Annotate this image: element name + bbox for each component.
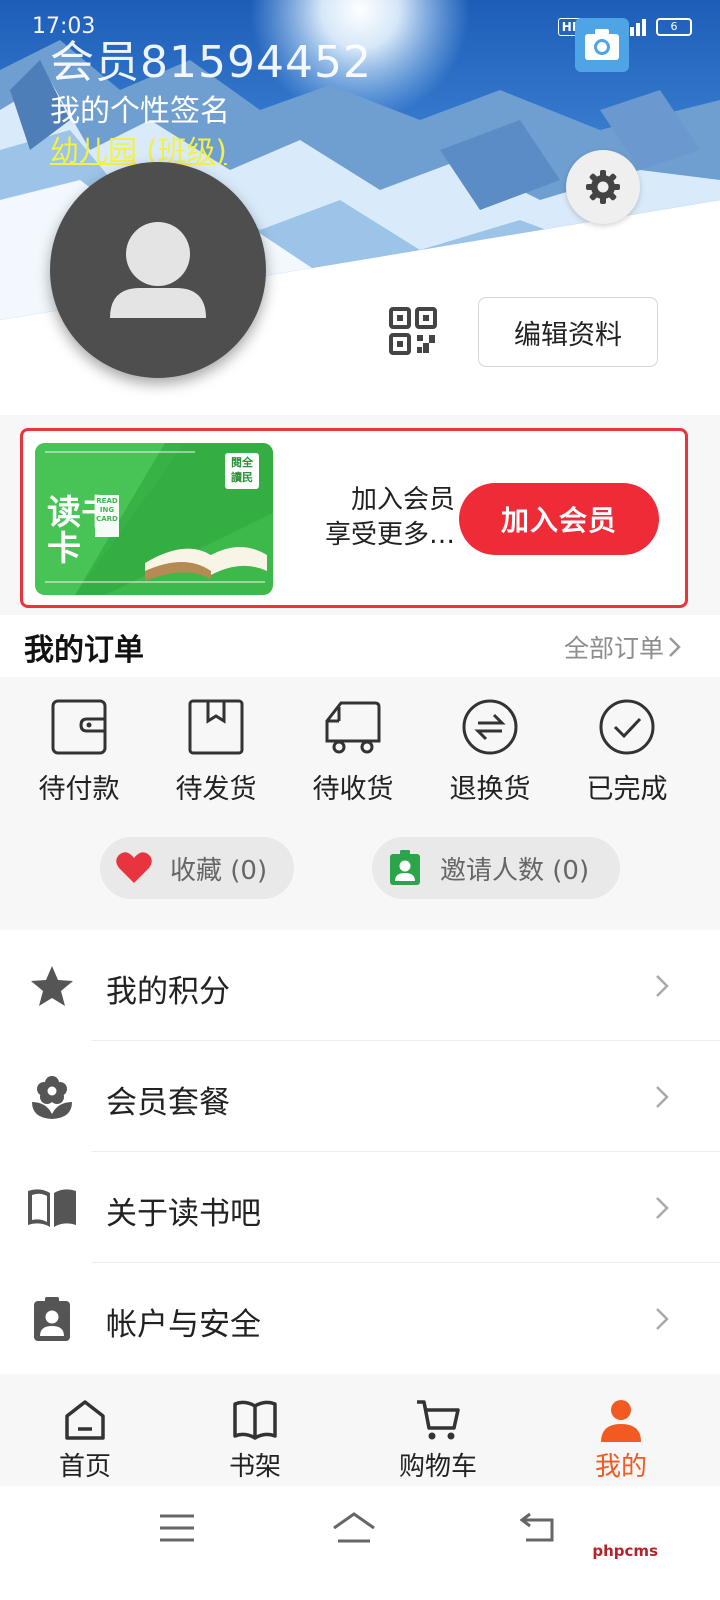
battery-icon: 6 — [656, 18, 692, 36]
promo-text-line1: 加入会员 — [350, 485, 455, 515]
watermark-text: phpcms — [592, 1542, 658, 1560]
back-icon[interactable] — [518, 1510, 558, 1544]
menu-label: 帐户与安全 — [106, 1307, 261, 1343]
membership-banner[interactable]: 读书 卡 READ ING CARD 閱全讀民 加入会员 享受更多… 加入会员 — [20, 428, 688, 608]
invites-button[interactable]: 邀请人数 (0) — [372, 837, 620, 899]
qr-code-icon[interactable] — [388, 306, 438, 356]
profile-header: 17:03 HD 5G 6 会员81594452 我的个性签名 幼儿园 (班级) — [0, 0, 720, 415]
orders-header: 我的订单 全部订单 — [0, 615, 720, 677]
camera-button[interactable] — [575, 18, 629, 72]
flower-icon — [32, 1076, 72, 1119]
home-icon — [65, 1400, 105, 1440]
home-nav-icon[interactable] — [330, 1510, 378, 1544]
menu-label: 关于读书吧 — [106, 1196, 261, 1232]
tab-label: 首页 — [58, 1452, 111, 1482]
tab-label: 书架 — [228, 1452, 281, 1482]
heart-icon — [116, 852, 152, 883]
settings-button[interactable] — [566, 150, 640, 224]
tab-bookshelf[interactable]: 书架 — [190, 1396, 320, 1483]
tab-label: 我的 — [594, 1452, 647, 1482]
all-orders-link[interactable]: 全部订单 — [564, 629, 664, 665]
tab-label: 购物车 — [398, 1452, 477, 1482]
truck-icon — [325, 701, 381, 754]
user-silhouette-icon — [110, 222, 206, 318]
reading-card-image: 读书 卡 READ ING CARD 閱全讀民 — [35, 443, 273, 595]
tab-cart[interactable]: 购物车 — [373, 1396, 503, 1483]
tab-me[interactable]: 我的 — [556, 1396, 686, 1483]
chevron-right-icon — [656, 975, 669, 997]
menu-item-account-security[interactable]: 帐户与安全 — [0, 1263, 720, 1373]
personal-signature[interactable]: 我的个性签名 — [50, 86, 230, 130]
order-label: 退换货 — [449, 774, 531, 805]
check-circle-icon — [599, 699, 655, 755]
card-title-bottom: 卡 — [47, 529, 81, 569]
promo-text: 加入会员 享受更多… — [285, 483, 455, 553]
card-badge: READ ING CARD — [96, 497, 118, 523]
join-membership-button[interactable]: 加入会员 — [459, 483, 659, 555]
system-navigation-bar: phpcms — [0, 1486, 720, 1600]
order-pending-receipt[interactable]: 待收货 — [283, 697, 423, 806]
star-icon — [31, 966, 73, 1006]
wallet-icon — [51, 699, 107, 755]
settings-menu: 我的积分 会员套餐 关于读书吧 帐户与安全 — [0, 930, 720, 1374]
order-status-row: 待付款 待发货 待收货 退换货 已完成 收藏 (0) 邀请人数 (0) — [0, 677, 720, 913]
order-returns[interactable]: 退换货 — [420, 697, 560, 806]
promo-text-line2: 享受更多… — [324, 520, 455, 550]
edit-profile-button[interactable]: 编辑资料 — [478, 297, 658, 367]
member-name: 会员81594452 — [50, 37, 372, 88]
package-icon — [188, 699, 244, 755]
user-icon — [601, 1400, 641, 1442]
id-badge-icon — [34, 1297, 70, 1341]
order-label: 待收货 — [312, 774, 394, 805]
tab-home[interactable]: 首页 — [20, 1396, 150, 1483]
order-pending-shipment[interactable]: 待发货 — [146, 697, 286, 806]
menu-label: 我的积分 — [106, 974, 230, 1010]
menu-label: 会员套餐 — [106, 1085, 230, 1121]
favorites-button[interactable]: 收藏 (0) — [100, 837, 294, 899]
chevron-right-icon — [656, 1197, 669, 1219]
bookshelf-icon — [233, 1400, 277, 1440]
camera-icon — [585, 29, 619, 60]
favorites-label: 收藏 (0) — [170, 855, 268, 886]
gear-icon — [586, 170, 620, 204]
order-label: 待发货 — [175, 774, 257, 805]
cart-icon — [417, 1400, 460, 1440]
menu-item-points[interactable]: 我的积分 — [0, 930, 720, 1040]
menu-icon[interactable] — [158, 1512, 196, 1544]
book-icon — [28, 1189, 76, 1227]
chevron-right-icon[interactable] — [662, 635, 686, 659]
order-label: 待付款 — [38, 774, 120, 805]
profile-screen: 17:03 HD 5G 6 会员81594452 我的个性签名 幼儿园 (班级) — [0, 0, 720, 1600]
exchange-icon — [462, 699, 518, 755]
order-label: 已完成 — [586, 774, 668, 805]
order-completed[interactable]: 已完成 — [557, 697, 697, 806]
menu-item-membership-plans[interactable]: 会员套餐 — [0, 1041, 720, 1151]
card-seal: 閱全讀民 — [231, 456, 253, 484]
contact-badge-icon — [390, 850, 420, 885]
avatar[interactable] — [50, 162, 266, 378]
order-pending-payment[interactable]: 待付款 — [9, 697, 149, 806]
chevron-right-icon — [656, 1086, 669, 1108]
chevron-right-icon — [656, 1308, 669, 1330]
invites-label: 邀请人数 (0) — [440, 855, 590, 886]
menu-item-about[interactable]: 关于读书吧 — [0, 1152, 720, 1262]
orders-title: 我的订单 — [24, 633, 144, 668]
bottom-tab-bar: 首页 书架 购物车 我的 — [0, 1388, 720, 1486]
